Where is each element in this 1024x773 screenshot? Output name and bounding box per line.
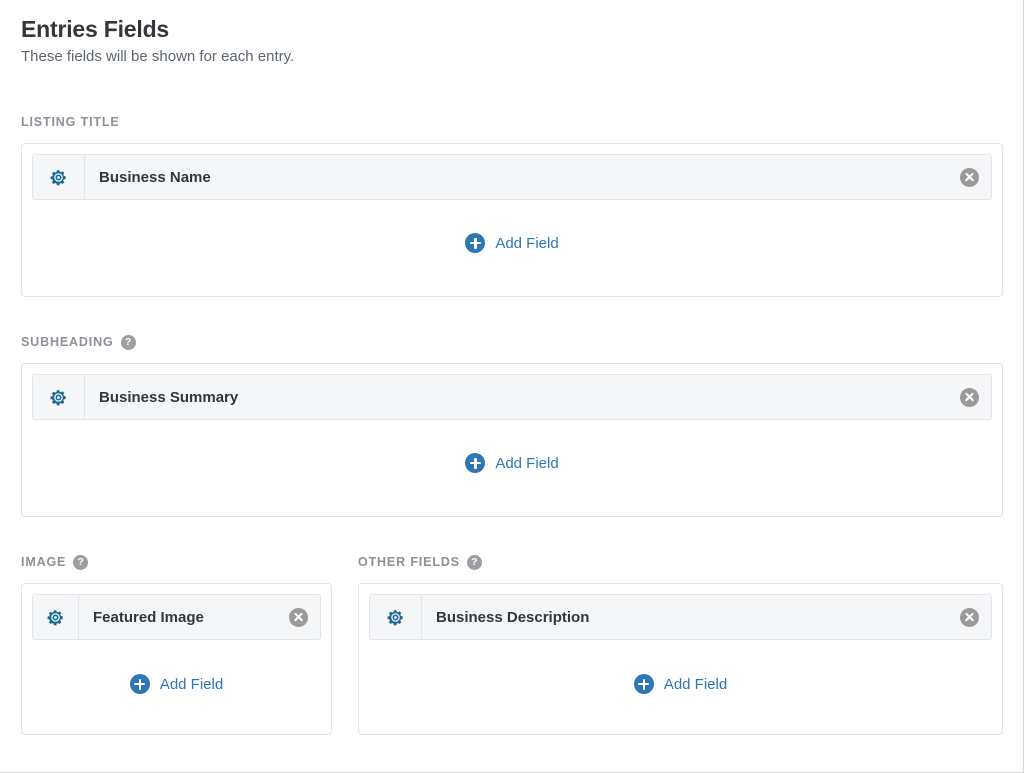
add-field-button[interactable]: Add Field — [369, 663, 992, 705]
add-field-label: Add Field — [495, 454, 559, 472]
section-label-listing-title: LISTING TITLE — [21, 114, 1003, 130]
panel-image: Featured Image Add Field — [21, 583, 332, 735]
field-name: Featured Image — [93, 608, 204, 626]
plus-circle-icon — [465, 453, 486, 473]
gear-icon — [50, 169, 66, 185]
section-label-text: IMAGE — [21, 555, 67, 569]
panel-other-fields: Business Description Add Field — [358, 583, 1003, 735]
section-label-text: OTHER FIELDS — [358, 555, 460, 569]
field-row[interactable]: Business Description — [369, 594, 992, 640]
field-delete-button[interactable] — [947, 375, 991, 419]
entries-fields-page: Entries Fields These fields will be show… — [0, 0, 1024, 773]
field-name: Business Name — [99, 168, 211, 186]
bottom-columns: IMAGE ? Featured Image Add Field OTHER F… — [21, 554, 1003, 735]
add-field-button[interactable]: Add Field — [32, 442, 992, 484]
panel-subheading: Business Summary Add Field — [21, 363, 1003, 517]
field-name: Business Description — [436, 608, 590, 626]
section-label-text: LISTING TITLE — [21, 115, 120, 129]
field-settings-button[interactable] — [33, 155, 85, 199]
gear-icon — [387, 609, 403, 625]
add-field-button[interactable]: Add Field — [32, 663, 321, 705]
plus-circle-icon — [465, 233, 486, 253]
add-field-button[interactable]: Add Field — [32, 222, 992, 264]
field-delete-button[interactable] — [947, 155, 991, 199]
plus-circle-icon — [633, 674, 654, 694]
section-label-other-fields: OTHER FIELDS ? — [358, 554, 1003, 570]
field-delete-button[interactable] — [947, 595, 991, 639]
help-circle-icon[interactable]: ? — [73, 554, 89, 570]
field-row[interactable]: Featured Image — [32, 594, 321, 640]
gear-icon — [47, 609, 63, 625]
add-field-label: Add Field — [663, 675, 728, 693]
gear-icon — [50, 389, 66, 405]
section-label-image: IMAGE ? — [21, 554, 332, 570]
delete-circle-icon — [288, 607, 308, 627]
add-field-label: Add Field — [495, 234, 559, 252]
help-circle-icon[interactable]: ? — [120, 334, 136, 350]
help-circle-icon[interactable]: ? — [466, 554, 482, 570]
field-settings-button[interactable] — [370, 595, 422, 639]
delete-circle-icon — [959, 167, 979, 187]
column-image: IMAGE ? Featured Image Add Field — [21, 554, 332, 735]
page-subtitle: These fields will be shown for each entr… — [21, 48, 295, 65]
section-label-subheading: SUBHEADING ? — [21, 334, 1003, 350]
add-field-label: Add Field — [159, 675, 224, 693]
column-other-fields: OTHER FIELDS ? Business Description Add … — [358, 554, 1003, 735]
field-row[interactable]: Business Name — [32, 154, 992, 200]
field-row[interactable]: Business Summary — [32, 374, 992, 420]
delete-circle-icon — [959, 387, 979, 407]
field-delete-button[interactable] — [276, 595, 320, 639]
delete-circle-icon — [959, 607, 979, 627]
section-label-text: SUBHEADING — [21, 335, 114, 349]
field-settings-button[interactable] — [33, 595, 79, 639]
panel-listing-title: Business Name Add Field — [21, 143, 1003, 297]
field-name: Business Summary — [99, 388, 239, 406]
plus-circle-icon — [129, 674, 150, 694]
field-settings-button[interactable] — [33, 375, 85, 419]
page-title: Entries Fields — [21, 16, 170, 42]
